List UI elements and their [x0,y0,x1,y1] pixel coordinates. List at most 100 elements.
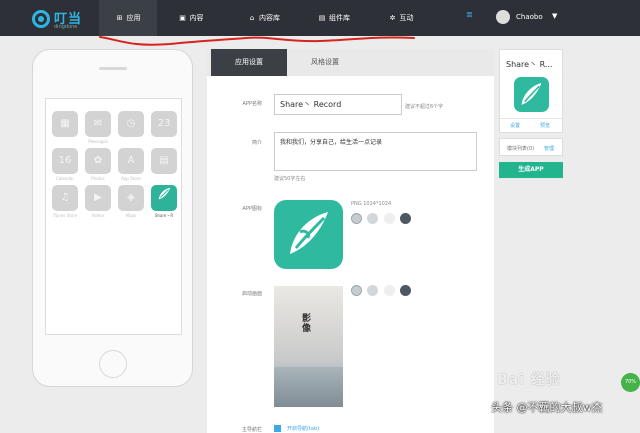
chevron-down-icon: ▼ [552,12,558,20]
app-tile-label: Maps [125,213,137,218]
nav-content-label: 内容 [189,14,204,22]
phone-speaker [99,67,127,70]
settings-link[interactable]: 设置 [510,122,520,129]
tab-style-settings[interactable]: 风格设置 [287,49,363,76]
app-tile: 23 [151,111,177,145]
icon-spec-hint: PNG 1024*1024 [351,201,392,207]
top-navbar: 叮当 dingdone ⊞ 应用 ▣ 内容 ⌂ 内容库 ▤ 组件库 ✲ 互动 ≣ Chao… [0,0,640,36]
photos-icon: ✿ [85,148,111,174]
app-tile: ▦ [52,111,78,145]
leaf-logo-icon [521,83,542,105]
leaf-logo-icon [290,212,328,254]
bottom-nav-checkbox[interactable] [274,425,281,432]
tab-app-settings[interactable]: 应用设置 [211,49,287,76]
app-tile-label: Videos [91,213,105,218]
nav-interact-label: 互动 [399,14,414,22]
brand-logo[interactable]: 叮当 dingdone [32,6,82,32]
app-tile: ♫ iTunes Store [52,185,78,219]
generate-app-button[interactable]: 生成APP [499,162,563,178]
app-tile: ◈ Maps [118,185,144,219]
app-tile-label: Photos [91,176,105,181]
maps-icon: ◈ [118,185,144,211]
app-tile: 16 Calendar [52,148,78,182]
nav-library[interactable]: ⌂ 内容库 [236,0,292,36]
video-icon: ▶ [85,185,111,211]
calendar-icon: 23 [151,111,177,137]
nav-content[interactable]: ▣ 内容 [165,0,217,36]
color-swatch-selected[interactable] [351,285,362,296]
app-tile-icon: ▦ [52,111,78,137]
phone-screen: ▦ ✉ Messages ◷ 23 16 Calendar ✿ Photos A App… [45,98,182,335]
color-swatch-selected[interactable] [351,213,362,224]
app-tile: ✿ Photos [85,148,111,182]
app-tile-label: Messages [88,139,108,144]
messages-icon: ✉ [85,111,111,137]
app-tile-current: Share丶R [151,185,177,219]
baidu-watermark: Bai 经验 [497,372,561,388]
divider [500,118,564,119]
clock-icon: ◷ [118,111,144,137]
user-menu[interactable]: Chaobo ▼ [496,10,576,28]
app-icon-upload[interactable] [274,200,343,269]
avatar [496,10,510,24]
nav-components-label: 组件库 [329,14,350,22]
progress-badge: 70% [621,373,640,392]
app-name-input[interactable]: Share丶 Record [274,94,402,115]
app-tile: ✉ Messages [85,111,111,145]
color-swatch[interactable] [367,213,378,224]
splash-image-upload[interactable]: 影像 [274,286,343,407]
modules-card: 模块列表(0) 管理 [499,138,563,156]
settings-tabs: 应用设置 风格设置 [207,49,494,76]
phone-home-button [99,350,127,378]
color-swatch[interactable] [384,285,395,296]
nav-interact[interactable]: ✲ 互动 [378,0,424,36]
modules-label: 模块列表(0) [507,146,535,152]
interact-icon: ✲ [389,14,396,22]
intro-textarea[interactable]: 我和我们，分享自己，给生活一点记录 [274,132,477,171]
nav-library-label: 内容库 [259,14,280,22]
app-name-label: APP名称 [242,101,262,107]
color-swatch[interactable] [400,285,411,296]
app-tile: A App Store [118,148,144,182]
color-swatch[interactable] [367,285,378,296]
app-name-hint: 建议不超过6个字 [405,104,444,110]
app-icon-label: APP图标 [242,206,262,212]
nav-apps-label: 应用 [126,14,141,22]
grid-icon: ⊞ [116,14,123,22]
app-icon-thumbnail [514,77,549,112]
leaf-logo-icon [151,185,177,211]
calendar-icon: 16 [52,148,78,174]
phone-preview: ▦ ✉ Messages ◷ 23 16 Calendar ✿ Photos A App… [32,49,193,387]
logo-icon [32,10,50,28]
intro-label: 简介 [251,140,262,146]
credit-watermark: 头条 @不羈的大叔w杰 [491,401,603,414]
splash-title: 影像 [302,314,312,334]
components-icon: ▤ [318,14,326,22]
content-icon: ▣ [179,14,186,22]
splash-label: 启动画面 [241,291,262,297]
color-swatch[interactable] [384,213,395,224]
bottom-nav-link[interactable]: 开启导航(tab) [287,425,319,432]
app-tile: ▤ [151,148,177,182]
brand-subtitle: dingdone [54,24,78,30]
app-tile-label: Calendar [56,176,74,181]
app-title: Share丶 R... [506,60,553,69]
nav-apps[interactable]: ⊞ 应用 [99,0,157,36]
settings-icon: ▤ [151,148,177,174]
splash-city-image [274,367,343,407]
notification-icon[interactable]: ≣ [466,10,473,19]
app-tile-label: App Store [121,176,141,181]
nav-components[interactable]: ▤ 组件库 [306,0,362,36]
preview-link[interactable]: 预览 [540,122,550,129]
app-tile: ◷ [118,111,144,145]
app-tile-label: iTunes Store [52,213,78,218]
color-swatch[interactable] [400,213,411,224]
username: Chaobo [516,13,543,21]
library-icon: ⌂ [249,14,255,22]
intro-hint: 建议50字左右 [274,176,306,182]
modules-manage-link[interactable]: 管理 [544,145,554,152]
music-icon: ♫ [52,185,78,211]
app-summary-card: Share丶 R... 设置 预览 [499,49,564,133]
app-tile: ▶ Videos [85,185,111,219]
bottom-nav-label: 主导航栏 [241,427,262,433]
